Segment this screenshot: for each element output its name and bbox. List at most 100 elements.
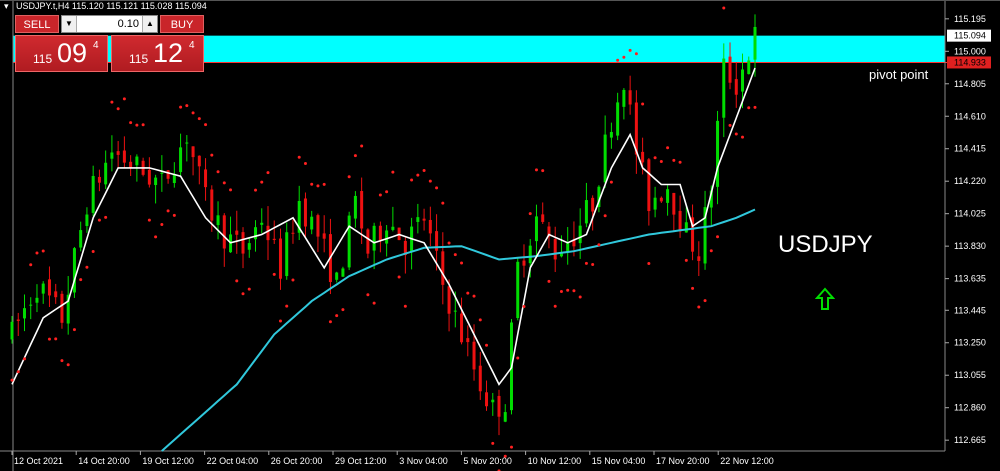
candle-body [135, 156, 139, 166]
psar-dot [147, 218, 151, 222]
candle-body [79, 230, 83, 248]
candle-body [422, 218, 426, 221]
candle-body [91, 175, 95, 213]
time-tick-label: 14 Oct 20:00 [78, 456, 130, 466]
candle-body [10, 321, 14, 340]
psar-dot [141, 123, 145, 127]
psar-dot [709, 249, 713, 253]
candle-body [60, 293, 64, 323]
psar-dot [172, 213, 176, 217]
fast-moving-average [11, 67, 756, 386]
candle-body [97, 176, 101, 183]
psar-dot [60, 359, 64, 363]
candle-body [241, 232, 245, 254]
psar-dot [254, 188, 258, 192]
psar-dot [584, 261, 588, 265]
psar-dot [72, 328, 76, 332]
psar-dot [360, 144, 364, 148]
psar-dot [335, 314, 339, 318]
candle-body [741, 69, 745, 92]
price-tick-label: 113.055 [954, 370, 986, 380]
buy-button[interactable]: BUY [160, 15, 204, 33]
psar-dot [179, 105, 183, 109]
psar-dot [566, 288, 570, 292]
psar-dot [54, 337, 58, 341]
psar-dot [647, 262, 651, 266]
time-tick-label: 10 Nov 12:00 [528, 456, 582, 466]
candle-body [528, 245, 532, 264]
candle-body [278, 238, 282, 279]
price-tick-label: 114.805 [954, 79, 986, 89]
sell-button[interactable]: SELL [15, 15, 59, 33]
buy-price-big: 12 [153, 38, 184, 68]
psar-dot [247, 287, 251, 291]
candle-body [566, 242, 570, 252]
candle-body [441, 251, 445, 285]
psar-dot [516, 356, 520, 360]
psar-dot [628, 48, 632, 52]
candle-body [191, 146, 195, 158]
candle-body [104, 162, 108, 185]
collapse-arrow-icon[interactable]: ▾ [4, 1, 9, 12]
candle-body [272, 238, 276, 240]
candle-body [54, 291, 58, 298]
current-price-label: 115.094 [954, 31, 986, 41]
psar-dot [229, 188, 233, 192]
price-tick-label: 113.250 [954, 338, 986, 348]
candle-body [591, 197, 595, 212]
candle-body [578, 225, 582, 244]
psar-dot [403, 304, 407, 308]
psar-dot [641, 102, 645, 106]
sell-price-button[interactable]: 115 09 4 [15, 35, 108, 72]
psar-dot [616, 58, 620, 62]
psar-dot [547, 279, 551, 283]
candle-body [460, 313, 464, 343]
psar-dot [609, 180, 613, 184]
psar-dot [553, 304, 557, 308]
candle-body [222, 215, 226, 249]
pivot-point-label: pivot point [869, 67, 929, 82]
candle-body [428, 219, 432, 234]
lot-size-stepper[interactable]: ▼ 0.10 ▲ [61, 15, 158, 33]
time-tick-label: 22 Oct 04:00 [207, 456, 259, 466]
candle-body [503, 412, 507, 422]
up-arrow-icon [815, 287, 835, 310]
psar-dot [322, 182, 326, 186]
psar-dot [272, 272, 276, 276]
psar-dot [210, 153, 214, 157]
psar-dot [691, 286, 695, 290]
psar-dot [703, 299, 707, 303]
psar-dot [716, 235, 720, 239]
psar-dot [216, 170, 220, 174]
mt4-chart-window[interactable]: 115.195 115.000 114.805 114.610 114.415 114.2… [0, 0, 1000, 471]
psar-dot [222, 181, 226, 185]
candle-body [385, 230, 389, 244]
candle-body [622, 89, 626, 107]
candle-body [722, 58, 726, 118]
candle-body [672, 192, 676, 215]
psar-dot [634, 52, 638, 56]
candle-body [628, 90, 632, 105]
candle-body [41, 283, 45, 294]
psar-dot [16, 370, 20, 374]
psar-dot [728, 123, 732, 127]
psar-dot [460, 261, 464, 265]
lot-size-input[interactable]: 0.10 [78, 16, 139, 32]
psar-dot [485, 343, 489, 347]
buy-price-button[interactable]: 115 12 4 [111, 35, 204, 72]
candle-body [316, 215, 320, 237]
one-click-trading-panel[interactable]: SELL ▼ 0.10 ▲ BUY 115 09 4 115 12 4 [15, 15, 204, 72]
psar-dot [603, 214, 607, 218]
candle-body [684, 222, 688, 233]
candle-body [185, 142, 189, 144]
psar-dot [422, 168, 426, 172]
candle-body [447, 286, 451, 314]
psar-dot [435, 186, 439, 190]
lot-increase-icon[interactable]: ▲ [142, 16, 157, 32]
psar-dot [534, 168, 538, 172]
time-tick-label: 17 Nov 20:00 [656, 456, 710, 466]
time-tick-label: 19 Oct 12:00 [142, 456, 194, 466]
candle-body [584, 200, 588, 224]
lot-decrease-icon[interactable]: ▼ [62, 16, 77, 32]
psar-dot [472, 294, 476, 298]
